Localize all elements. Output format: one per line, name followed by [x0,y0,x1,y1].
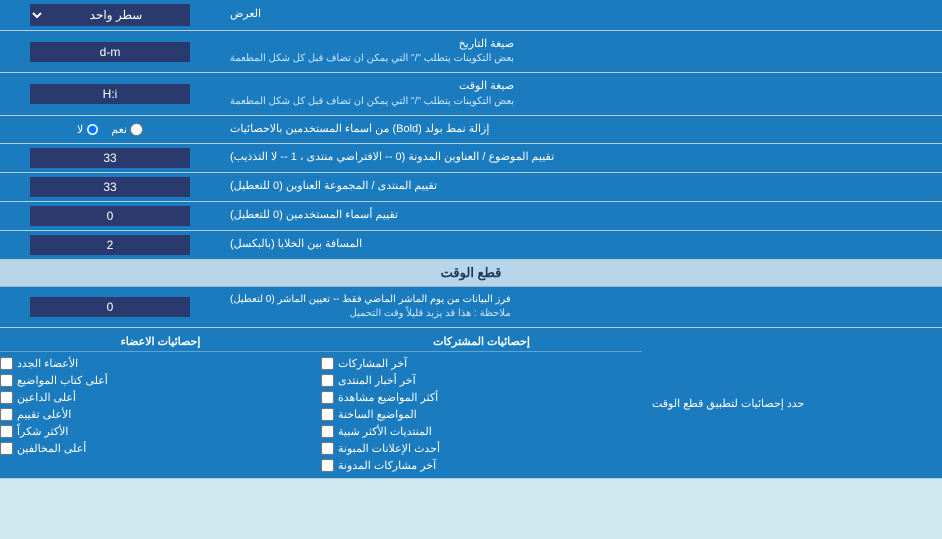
cell-space-input-cell[interactable]: 2 [0,231,220,259]
time-format-label: صيغة الوقت [230,79,514,94]
time-format-input[interactable]: H:i [30,84,190,104]
col1-header: إحصائيات المشتركات [321,332,642,352]
checkbox-hot-topics-input[interactable] [321,408,334,421]
limit-label: حدد إحصائيات لتطبيق قطع الوقت [652,397,804,410]
header-row: العرض سطر واحد سطران ثلاثة أسطر [0,0,942,31]
checkbox-announcements-input[interactable] [321,442,334,455]
radio-no-label[interactable]: لا [77,123,99,136]
radio-no[interactable] [86,123,99,136]
filter-input[interactable]: 0 [30,297,190,317]
filter-label-cell: فرز البيانات من يوم الماشر الماضي فقط --… [220,287,942,327]
topic-sort-label-cell: تقييم الموضوع / العناوين المدونة (0 -- ا… [220,144,942,172]
user-sort-row: تقييم أسماء المستخدمين (0 للتعطيل) 0 [0,202,942,231]
checkbox-most-thanked-input[interactable] [0,425,13,438]
forum-sort-label-cell: تقييم المنتدى / المجموعة العناوين (0 للت… [220,173,942,201]
user-sort-input-cell[interactable]: 0 [0,202,220,230]
date-format-row: صيغة التاريخ بعض التكوينات يتطلب "/" الت… [0,31,942,73]
user-sort-label-cell: تقييم أسماء المستخدمين (0 للتعطيل) [220,202,942,230]
forum-sort-label: تقييم المنتدى / المجموعة العناوين (0 للت… [230,179,437,194]
filter-row: فرز البيانات من يوم الماشر الماضي فقط --… [0,287,942,328]
checkbox-blog-posts-input[interactable] [321,459,334,472]
checkbox-new-members-input[interactable] [0,357,13,370]
radio-yes[interactable] [130,123,143,136]
cell-space-label: المسافة بين الخلايا (بالبكسل) [230,237,362,252]
checkbox-top-inviters[interactable]: أعلى الداعين [0,389,321,406]
checkbox-last-posts[interactable]: آخر المشاركات [321,355,642,372]
checkbox-last-posts-input[interactable] [321,357,334,370]
topic-sort-input[interactable]: 33 [30,148,190,168]
checkbox-most-viewed[interactable]: أكثر المواضيع مشاهدة [321,389,642,406]
checkbox-most-viewed-input[interactable] [321,391,334,404]
checkboxes-row: حدد إحصائيات لتطبيق قطع الوقت إحصائيات ا… [0,328,942,479]
radio-yes-text: نعم [111,123,127,136]
date-format-sublabel: بعض التكوينات يتطلب "/" التي يمكن ان تضا… [230,52,514,66]
filter-label: فرز البيانات من يوم الماشر الماضي فقط --… [230,293,511,307]
filter-note: ملاحظة : هذا قد يزيد قليلاً وقت التحميل [230,307,511,321]
checkbox-top-violators[interactable]: أعلى المخالفين [0,440,321,457]
date-format-label: صيغة التاريخ [230,37,514,52]
bold-remove-radio-cell[interactable]: نعم لا [0,116,220,143]
checkbox-blog-posts[interactable]: آخر مشاركات المدونة [321,457,642,474]
checkbox-top-rated-input[interactable] [0,408,13,421]
checkbox-top-inviters-input[interactable] [0,391,13,404]
date-format-input-cell[interactable]: d-m [0,31,220,72]
checkbox-top-authors[interactable]: أعلى كتاب المواضيع [0,372,321,389]
page-title: العرض [230,7,261,22]
checkbox-hot-topics[interactable]: المواضيع الساخنة [321,406,642,423]
user-sort-input[interactable]: 0 [30,206,190,226]
topic-sort-row: تقييم الموضوع / العناوين المدونة (0 -- ا… [0,144,942,173]
time-format-sublabel: بعض التكوينات يتطلب "/" التي يمكن ان تضا… [230,95,514,109]
time-format-input-cell[interactable]: H:i [0,73,220,114]
checkbox-col-2: إحصائيات الاعضاء الأعضاء الجدد أعلى كتاب… [0,332,321,474]
radio-yes-label[interactable]: نعم [111,123,143,136]
checkbox-announcements[interactable]: أحدث الإعلانات المبونة [321,440,642,457]
checkbox-new-members[interactable]: الأعضاء الجدد [0,355,321,372]
time-format-row: صيغة الوقت بعض التكوينات يتطلب "/" التي … [0,73,942,115]
bold-remove-label-cell: إزالة نمط بولد (Bold) من اسماء المستخدمي… [220,116,942,143]
checkbox-top-violators-input[interactable] [0,442,13,455]
forum-sort-row: تقييم المنتدى / المجموعة العناوين (0 للت… [0,173,942,202]
filter-input-cell[interactable]: 0 [0,287,220,327]
cell-space-label-cell: المسافة بين الخلايا (بالبكسل) [220,231,942,259]
checkbox-most-thanked[interactable]: الأكثر شكراً [0,423,321,440]
limit-label-cell: حدد إحصائيات لتطبيق قطع الوقت [642,328,942,478]
cell-space-row: المسافة بين الخلايا (بالبكسل) 2 [0,231,942,260]
checkbox-col-1: إحصائيات المشتركات آخر المشاركات آخر أخب… [321,332,642,474]
checkbox-similar-forums-input[interactable] [321,425,334,438]
checkbox-similar-forums[interactable]: المنتديات الأكثر شبية [321,423,642,440]
dropdown-cell[interactable]: سطر واحد سطران ثلاثة أسطر [0,0,220,30]
checkbox-top-authors-input[interactable] [0,374,13,387]
cell-space-input[interactable]: 2 [30,235,190,255]
date-format-label-cell: صيغة التاريخ بعض التكوينات يتطلب "/" الت… [220,31,942,72]
checkbox-forum-news[interactable]: آخر أخبار المنتدى [321,372,642,389]
forum-sort-input[interactable]: 33 [30,177,190,197]
radio-no-text: لا [77,123,83,136]
bold-remove-label: إزالة نمط بولد (Bold) من اسماء المستخدمي… [230,122,489,137]
forum-sort-input-cell[interactable]: 33 [0,173,220,201]
checkboxes-area: إحصائيات المشتركات آخر المشاركات آخر أخب… [0,328,642,478]
topic-sort-label: تقييم الموضوع / العناوين المدونة (0 -- ا… [230,150,554,165]
cutoff-title: قطع الوقت [441,265,502,280]
checkbox-forum-news-input[interactable] [321,374,334,387]
display-select[interactable]: سطر واحد سطران ثلاثة أسطر [30,4,190,26]
bold-remove-row: إزالة نمط بولد (Bold) من اسماء المستخدمي… [0,116,942,144]
date-format-input[interactable]: d-m [30,42,190,62]
col2-header: إحصائيات الاعضاء [0,332,321,352]
checkbox-top-rated[interactable]: الأعلى تقييم [0,406,321,423]
title-cell: العرض [220,0,942,30]
user-sort-label: تقييم أسماء المستخدمين (0 للتعطيل) [230,208,398,223]
topic-sort-input-cell[interactable]: 33 [0,144,220,172]
time-format-label-cell: صيغة الوقت بعض التكوينات يتطلب "/" التي … [220,73,942,114]
cutoff-section-header: قطع الوقت [0,260,942,287]
